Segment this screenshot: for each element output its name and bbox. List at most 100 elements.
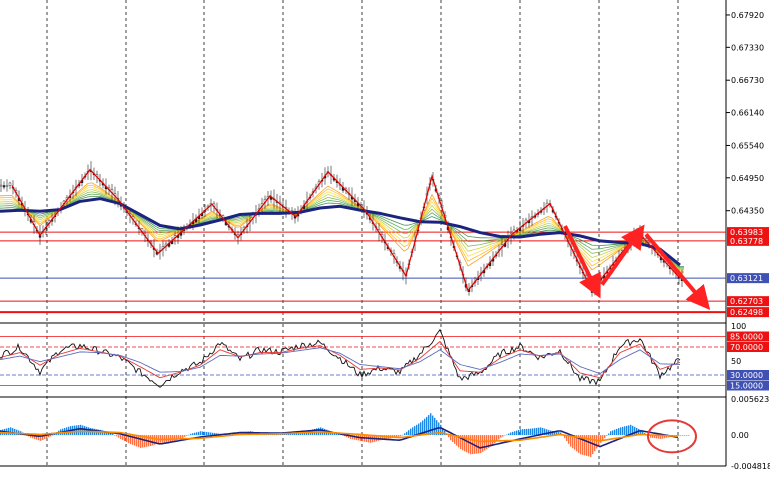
hist-bar bbox=[80, 424, 82, 436]
hist-bar bbox=[618, 428, 620, 436]
hist-bar bbox=[536, 427, 538, 436]
hist-bar bbox=[198, 431, 200, 436]
osc-badge-label-0: 85.0000 bbox=[730, 333, 763, 342]
hist-bar bbox=[84, 426, 86, 436]
hist-bar bbox=[478, 435, 480, 454]
hist-bar bbox=[170, 435, 172, 442]
price-tick-label-2: 0.66730 bbox=[731, 76, 764, 85]
hist-bar bbox=[480, 435, 482, 454]
hist-tick-label-2: -0.004818 bbox=[731, 462, 770, 471]
hist-bar bbox=[206, 432, 208, 436]
hist-bar bbox=[688, 435, 690, 436]
hist-bar bbox=[608, 433, 610, 436]
hist-bar bbox=[136, 435, 138, 447]
hist-bar bbox=[76, 425, 78, 436]
hist-bar bbox=[116, 435, 118, 437]
hist-bar bbox=[186, 435, 188, 436]
hist-bar bbox=[168, 435, 170, 442]
hist-bar bbox=[204, 431, 206, 436]
hist-bar bbox=[626, 425, 628, 436]
hist-bar bbox=[506, 434, 508, 436]
hist-bar bbox=[624, 426, 626, 436]
hist-bar bbox=[398, 435, 400, 437]
hist-bar bbox=[416, 424, 418, 436]
hist-bar bbox=[596, 435, 598, 449]
osc-series-0 bbox=[0, 328, 681, 388]
hist-bar bbox=[428, 415, 430, 436]
hist-bar bbox=[482, 435, 484, 452]
hist-bar bbox=[190, 433, 192, 436]
price-badge-label-1: 0.63778 bbox=[730, 237, 763, 246]
hist-bar bbox=[114, 435, 116, 436]
hist-bar bbox=[172, 435, 174, 441]
hist-bar bbox=[120, 435, 122, 439]
hist-bar bbox=[184, 435, 186, 437]
hist-tick-label-1: 0.00 bbox=[731, 431, 749, 440]
hist-bar bbox=[590, 435, 592, 457]
price-badge-label-4: 0.62498 bbox=[730, 308, 763, 317]
hist-bar bbox=[210, 432, 212, 436]
price-tick-label-3: 0.66140 bbox=[731, 109, 764, 118]
hist-bar bbox=[188, 434, 190, 436]
oscillator-panel: 85.000070.0000 30.0000 15.0000 100 50 bbox=[0, 322, 769, 391]
hist-bar bbox=[614, 429, 616, 436]
hist-bar bbox=[192, 433, 194, 436]
hist-bar bbox=[594, 435, 596, 452]
price-badge-label-0: 0.63983 bbox=[730, 228, 763, 237]
price-axis: 0.67920 0.67330 0.66730 0.66140 0.65540 0.649… bbox=[726, 11, 764, 216]
histogram-panel: 0.005623 0.00 -0.004818 bbox=[0, 395, 770, 471]
hist-bar bbox=[516, 430, 518, 436]
price-badge-label-3: 0.62703 bbox=[730, 297, 763, 306]
hist-bar bbox=[678, 435, 680, 436]
hist-bar bbox=[82, 425, 84, 436]
hist-bar bbox=[604, 435, 606, 439]
hist-bar bbox=[202, 431, 204, 436]
hist-bar bbox=[520, 429, 522, 436]
hist-bar bbox=[194, 432, 196, 436]
osc-badge-label-3: 15.0000 bbox=[730, 382, 763, 391]
price-tick-label-0: 0.67920 bbox=[731, 11, 764, 20]
hist-bar bbox=[532, 428, 534, 436]
candle-body bbox=[8, 182, 12, 186]
hist-bar bbox=[412, 427, 414, 436]
hist-bar bbox=[494, 435, 496, 444]
hist-bar bbox=[196, 432, 198, 436]
hist-bar bbox=[616, 428, 618, 436]
hist-bar bbox=[686, 435, 688, 436]
hist-bar bbox=[118, 435, 120, 438]
candle-body bbox=[5, 185, 9, 187]
hist-bar bbox=[508, 433, 510, 436]
hist-bar bbox=[680, 435, 682, 436]
price-badge-label-2: 0.63121 bbox=[730, 274, 763, 283]
hist-bar bbox=[12, 428, 14, 436]
hist-bar bbox=[470, 435, 472, 455]
hist-bar bbox=[492, 435, 494, 445]
hist-bar bbox=[628, 425, 630, 436]
hist-bar bbox=[512, 431, 514, 436]
hist-bar bbox=[538, 427, 540, 436]
candle-body bbox=[0, 184, 3, 187]
hist-bar bbox=[510, 432, 512, 436]
hist-bar bbox=[620, 427, 622, 436]
hist-bar bbox=[606, 435, 608, 436]
panel-separators bbox=[0, 0, 727, 467]
hist-bar bbox=[150, 435, 152, 446]
hist-bar bbox=[402, 434, 404, 436]
trading-chart[interactable]: 0.639830.63778 0.63121 0.62703 0.62498 85.0… bbox=[0, 0, 770, 483]
hist-bar bbox=[400, 435, 402, 437]
vertical-grid bbox=[46, 0, 679, 466]
price-tick-label-4: 0.65540 bbox=[731, 141, 764, 150]
hist-bar bbox=[182, 435, 184, 438]
hist-bar bbox=[524, 429, 526, 436]
hist-bar bbox=[138, 435, 140, 448]
osc-tick-label-1: 50 bbox=[731, 357, 741, 366]
hist-bar bbox=[498, 435, 500, 440]
hist-bar bbox=[52, 434, 54, 436]
trend-arrow-2 bbox=[644, 232, 711, 311]
trend-arrow-1 bbox=[600, 224, 645, 286]
hist-bar bbox=[404, 433, 406, 436]
hist-bar bbox=[530, 428, 532, 436]
price-tick-label-5: 0.64950 bbox=[731, 174, 764, 183]
hist-bar bbox=[476, 435, 478, 454]
osc-badge-label-2: 30.0000 bbox=[730, 371, 763, 380]
